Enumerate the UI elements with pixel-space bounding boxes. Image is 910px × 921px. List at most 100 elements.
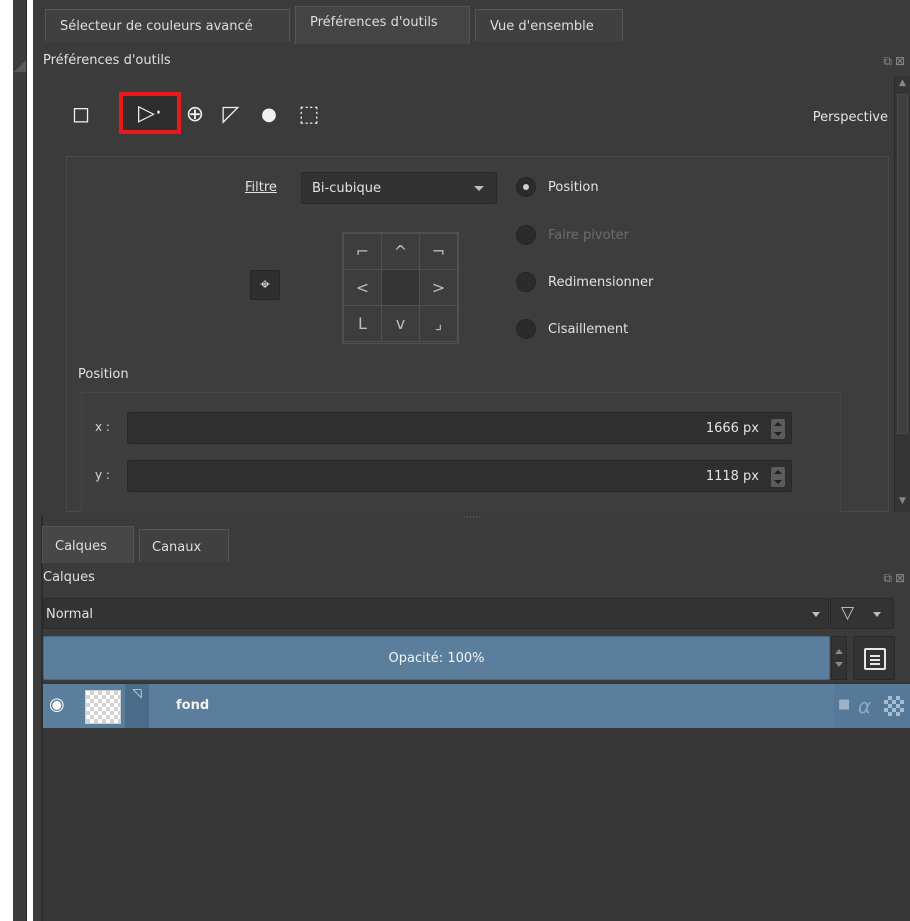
anchor-top-left-button[interactable]: ⌐ — [343, 233, 382, 270]
radio-label: Position — [548, 179, 599, 195]
filter-select[interactable]: Bi-cubique — [301, 172, 497, 204]
paint-layer-type-icon: ◹ — [125, 684, 149, 728]
tab-label: Sélecteur de couleurs avancé — [60, 19, 253, 34]
radio-rotate: Faire pivoter — [516, 224, 629, 246]
bottom-tab-bar: Calques Canaux — [33, 521, 910, 563]
left-toolbar-edge — [13, 0, 27, 921]
blend-mode-select[interactable]: Normal — [43, 598, 829, 629]
pivot-center-icon[interactable]: ⌖ — [250, 270, 280, 300]
filter-label: Filtre — [245, 180, 277, 195]
layer-name[interactable]: fond — [176, 698, 209, 713]
transform-mode-bar: ◻ ▷· ⊕ ◸ ● ⬚ — [63, 92, 343, 134]
alpha-lock-icon[interactable]: α — [858, 694, 871, 718]
free-transform-glyph: ◻ — [71, 101, 91, 127]
float-close-icon[interactable]: ⧉⊠ — [874, 54, 908, 68]
filter-value: Bi-cubique — [312, 181, 381, 196]
layer-flags: ■ α — [834, 684, 910, 728]
tab-channels[interactable]: Canaux — [139, 529, 229, 562]
top-tab-bar: Sélecteur de couleurs avancé Préférences… — [33, 0, 910, 44]
left-edge — [0, 0, 33, 921]
anchor-right-button[interactable]: > — [419, 269, 458, 306]
scroll-up-icon[interactable]: ▲ — [897, 78, 908, 92]
properties-icon — [864, 648, 886, 670]
anchor-top-right-button[interactable]: ¬ — [419, 233, 458, 270]
layer-list[interactable]: ◉ ◹ fond ■ α — [43, 682, 910, 921]
anchor-top-button[interactable]: ^ — [381, 233, 420, 270]
docker-area: Sélecteur de couleurs avancé Préférences… — [33, 0, 910, 921]
radio-shear[interactable]: Cisaillement — [516, 318, 628, 340]
tab-advanced-color-selector[interactable]: Sélecteur de couleurs avancé — [45, 9, 290, 41]
perspective-transform-glyph: ▷· — [138, 100, 162, 126]
krita-dock-window: Sélecteur de couleurs avancé Préférences… — [0, 0, 910, 921]
liquify-transform-glyph: ● — [261, 103, 277, 125]
anchor-center-button[interactable] — [381, 269, 420, 306]
layer-row[interactable]: ◉ ◹ fond ■ α — [43, 684, 910, 728]
mesh-transform-icon[interactable]: ⬚ — [291, 94, 327, 134]
lock-icon[interactable]: ■ — [838, 697, 852, 712]
radio-button — [516, 225, 536, 245]
y-label: y : — [95, 468, 110, 482]
scrollbar-thumb[interactable] — [897, 94, 908, 434]
panel-title: Préférences d'outils — [43, 53, 171, 68]
filter-funnel-icon: ▽ — [841, 603, 855, 623]
y-value: 1118 px — [705, 469, 759, 484]
radio-position[interactable]: Position — [516, 176, 599, 198]
x-label: x : — [95, 420, 110, 434]
filter-label-text: Filtre — [245, 180, 277, 195]
tab-label: Préférences d'outils — [310, 15, 438, 30]
inherit-alpha-icon[interactable] — [884, 696, 904, 716]
cage-transform-glyph: ◸ — [222, 101, 240, 127]
anchor-bottom-right-button[interactable]: ⌟ — [419, 305, 458, 342]
anchor-bottom-button[interactable]: v — [381, 305, 420, 342]
layers-panel-title: Calques — [43, 570, 95, 585]
anchor-point-pad: ⌐ ^ ¬ < > L v ⌟ — [342, 232, 459, 344]
mesh-transform-glyph: ⬚ — [298, 101, 320, 127]
tab-label: Calques — [55, 539, 107, 554]
perspective-transform-icon[interactable]: ▷· — [119, 92, 181, 134]
radio-label: Redimensionner — [548, 274, 654, 290]
cage-transform-icon[interactable]: ◸ — [213, 94, 249, 134]
position-group — [81, 392, 841, 512]
free-transform-icon[interactable]: ◻ — [63, 94, 99, 134]
layer-properties-button[interactable] — [853, 636, 895, 680]
layer-thumbnail — [85, 690, 121, 724]
radio-label: Cisaillement — [548, 321, 629, 337]
opacity-spinner[interactable] — [831, 636, 847, 680]
x-input[interactable]: 1666 px — [127, 412, 792, 444]
x-value: 1666 px — [705, 421, 759, 436]
y-input[interactable]: 1118 px — [127, 460, 792, 492]
warp-transform-icon[interactable]: ⊕ — [177, 94, 213, 134]
radio-button[interactable] — [516, 272, 536, 292]
anchor-left-button[interactable]: < — [343, 269, 382, 306]
liquify-transform-icon[interactable]: ● — [251, 94, 287, 134]
tool-options-scrollbar[interactable]: ▲ ▼ — [894, 76, 910, 512]
chevron-down-icon — [873, 612, 881, 617]
splitter-handle[interactable]: ······ — [457, 514, 487, 523]
warp-transform-glyph: ⊕ — [185, 101, 205, 127]
radio-scale[interactable]: Redimensionner — [516, 271, 653, 293]
radio-button[interactable] — [516, 177, 536, 197]
tab-overview[interactable]: Vue d'ensemble — [475, 9, 623, 41]
y-row: y : 1118 px — [95, 460, 855, 492]
transform-mode-label: Perspective — [812, 110, 888, 125]
chevron-down-icon — [812, 612, 820, 617]
layers-float-close-icon[interactable]: ⧉⊠ — [874, 571, 908, 585]
x-spinner[interactable] — [771, 419, 785, 439]
radio-button[interactable] — [516, 319, 536, 339]
blend-mode-value: Normal — [46, 607, 94, 622]
tab-layers[interactable]: Calques — [42, 526, 134, 563]
position-section-label: Position — [78, 367, 129, 382]
opacity-value: Opacité: 100% — [388, 651, 485, 666]
opacity-slider[interactable]: Opacité: 100% — [43, 636, 830, 680]
eye-visibility-icon[interactable]: ◉ — [49, 696, 71, 714]
anchor-bottom-left-button[interactable]: L — [343, 305, 382, 342]
tab-label: Vue d'ensemble — [490, 19, 594, 34]
y-spinner[interactable] — [771, 467, 785, 487]
tab-label: Canaux — [152, 540, 202, 555]
x-row: x : 1666 px — [95, 412, 855, 444]
layer-filter-button[interactable]: ▽ — [830, 598, 894, 629]
scroll-down-icon[interactable]: ▼ — [897, 496, 908, 510]
tab-tool-options[interactable]: Préférences d'outils — [295, 6, 470, 44]
radio-label: Faire pivoter — [548, 227, 630, 243]
chevron-down-icon — [474, 186, 484, 191]
